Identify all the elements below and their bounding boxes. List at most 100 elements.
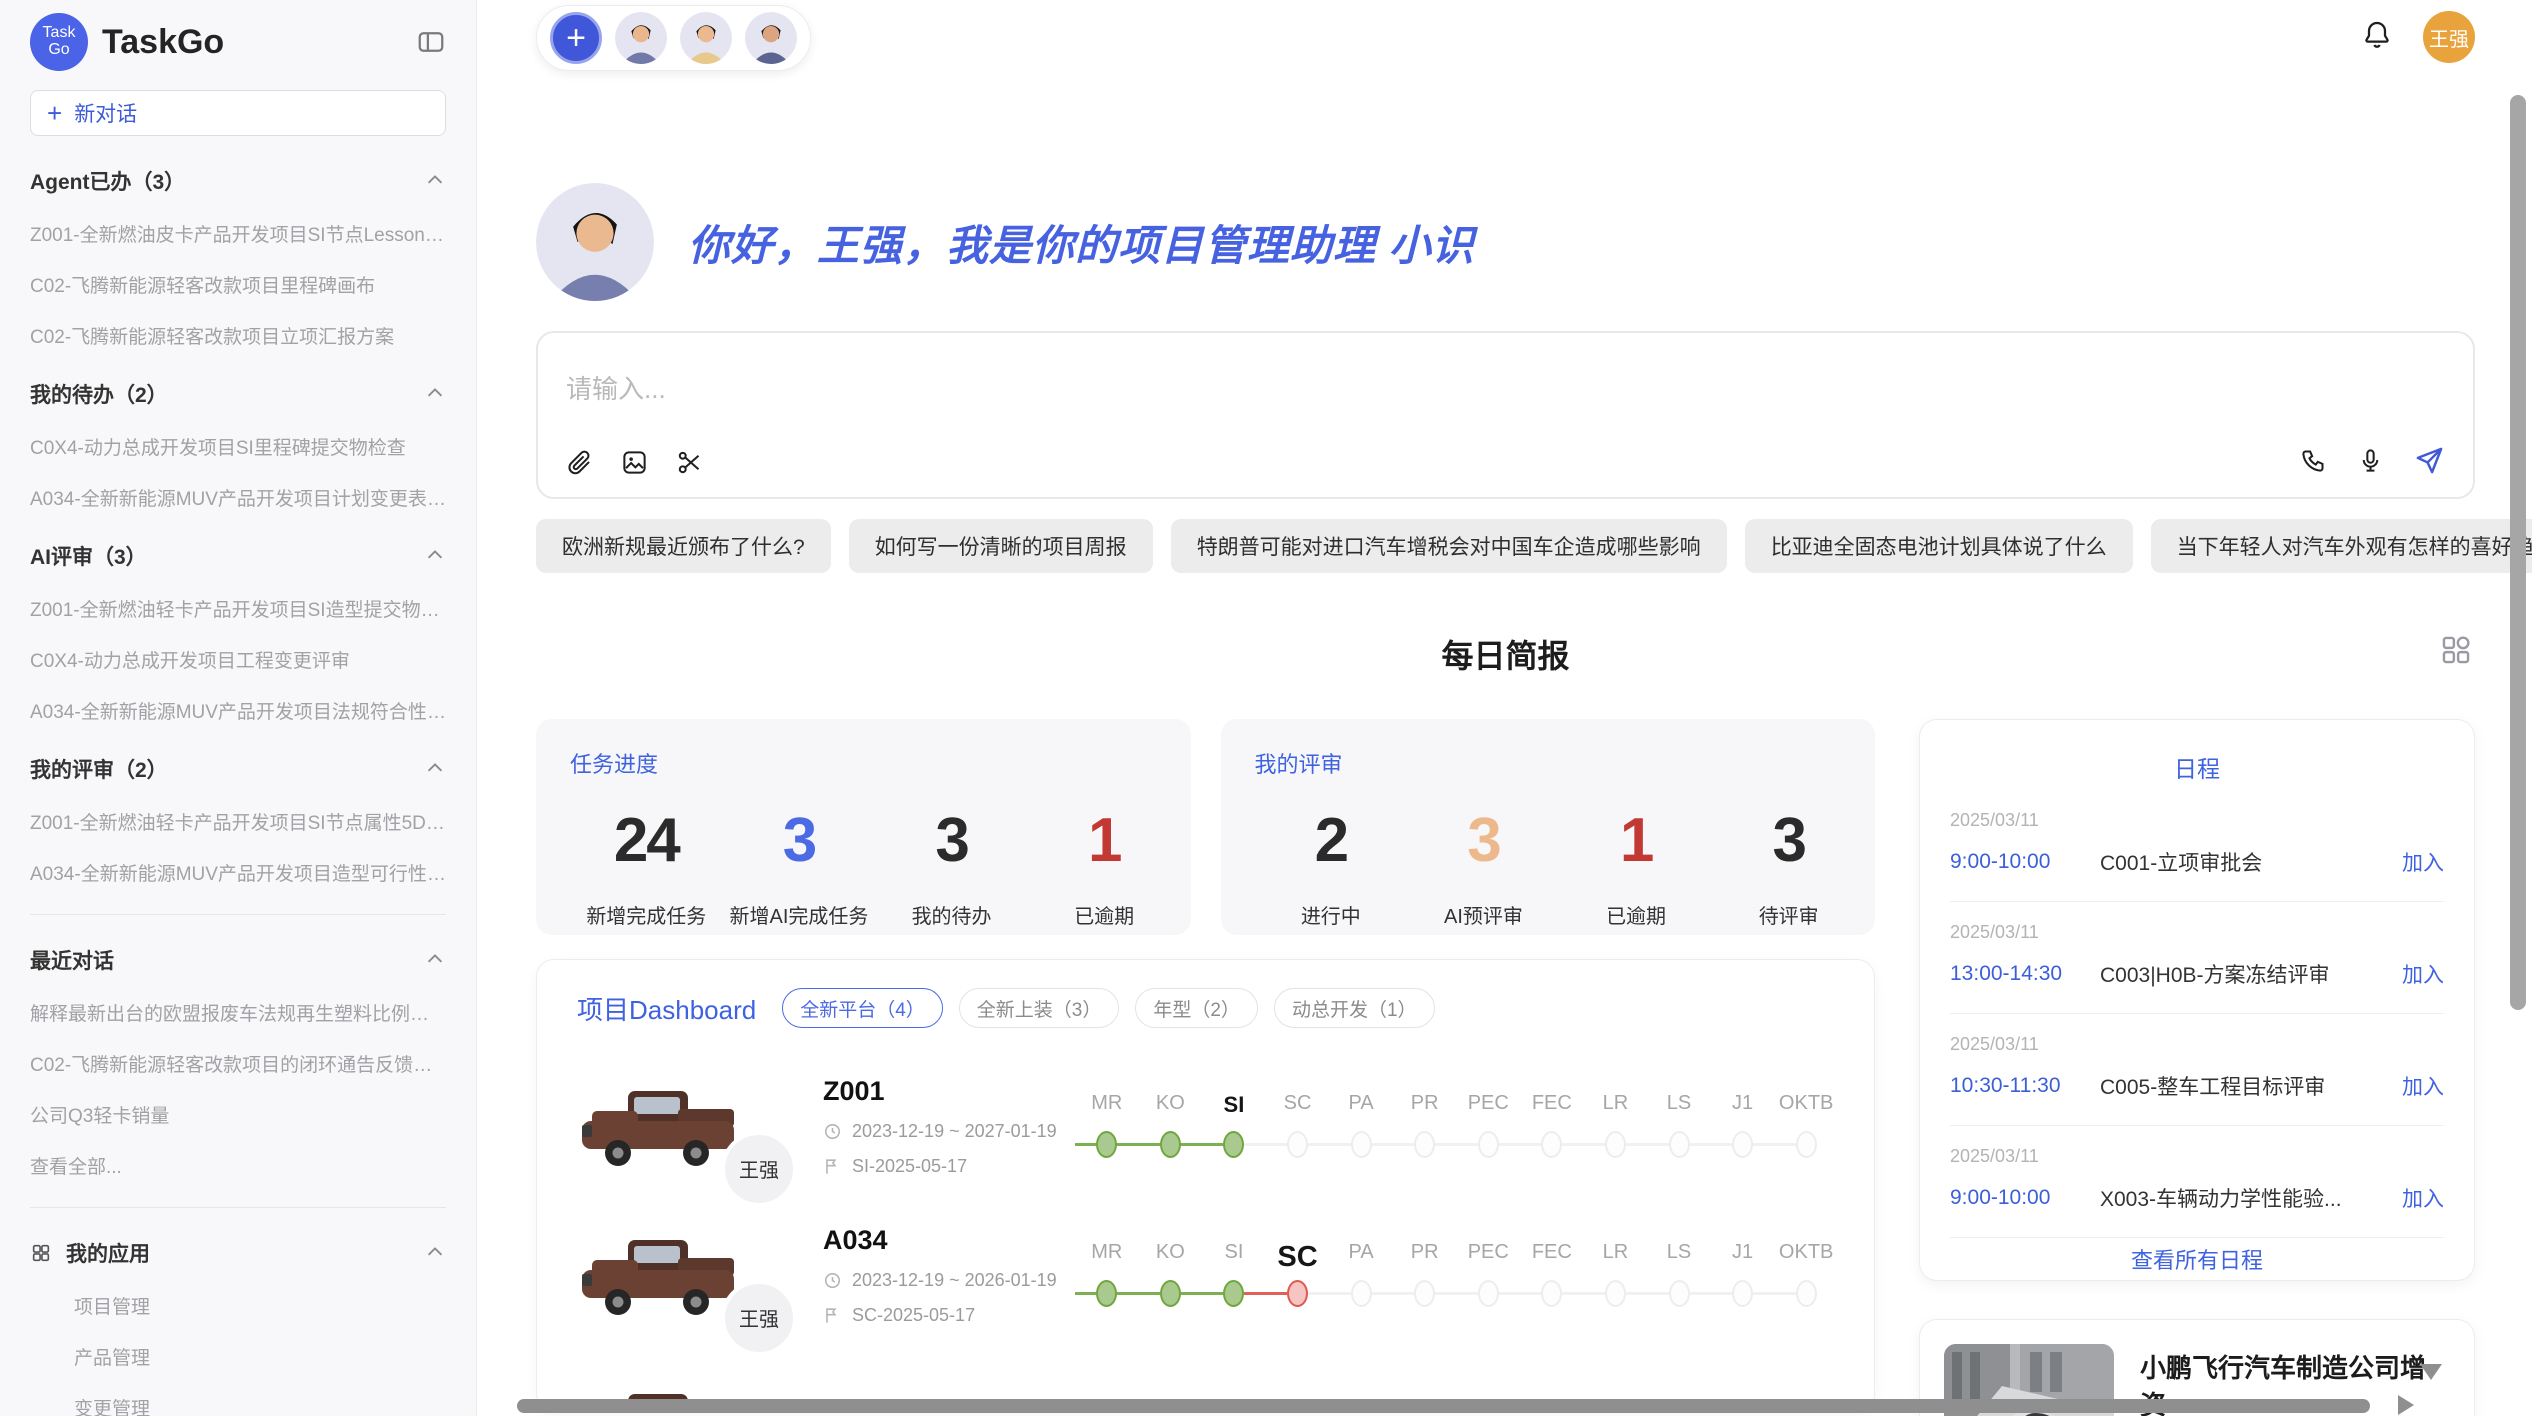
- dashboard-tab[interactable]: 全新平台（4）: [782, 988, 943, 1028]
- suggestion-chip[interactable]: 欧洲新规最近颁布了什么?: [536, 519, 831, 573]
- join-meeting-link[interactable]: 加入: [2402, 959, 2444, 989]
- suggestion-chip[interactable]: 如何写一份清晰的项目周报: [849, 519, 1153, 573]
- dashboard-tab[interactable]: 全新上装（3）: [959, 988, 1120, 1028]
- section-header[interactable]: 我的评审（2）: [30, 754, 446, 784]
- join-meeting-link[interactable]: 加入: [2402, 1071, 2444, 1101]
- agent-avatar[interactable]: [745, 12, 797, 64]
- stat-item: 3 AI预评审: [1407, 805, 1560, 929]
- sidebar-item[interactable]: Z001-全新燃油轻卡产品开发项目SI造型提交物评审: [30, 595, 446, 622]
- dashboard-tab[interactable]: 年型（2）: [1135, 988, 1258, 1028]
- milestone-label: SI: [1224, 1092, 1245, 1128]
- dashboard-tab[interactable]: 动总开发（1）: [1274, 988, 1435, 1028]
- stat-label: 新增完成任务: [570, 900, 723, 929]
- sidebar-item[interactable]: C0X4-动力总成开发项目工程变更评审: [30, 646, 446, 673]
- view-all-chats-link[interactable]: 查看全部...: [30, 1152, 446, 1179]
- sidebar-item[interactable]: C02-飞腾新能源轻客改款项目立项汇报方案: [30, 322, 446, 349]
- project-row[interactable]: 王强 Z001 2023-12-19 ~ 2027-01-19 SI-2025-…: [577, 1076, 1838, 1177]
- recent-chat-item[interactable]: 解释最新出台的欧盟报废车法规再生塑料比例被调至15%...: [30, 999, 446, 1026]
- notification-bell-icon[interactable]: [2361, 19, 2393, 56]
- dashboard-header: 项目Dashboard 全新平台（4）全新上装（3）年型（2）动总开发（1）: [577, 988, 1838, 1028]
- stat-label: 进行中: [1255, 900, 1408, 929]
- section-header[interactable]: 我的待办（2）: [30, 379, 446, 409]
- sidebar-item[interactable]: Z001-全新燃油轻卡产品开发项目SI节点属性5D文件评审: [30, 808, 446, 835]
- section-title: 我的应用: [66, 1238, 150, 1268]
- image-upload-icon[interactable]: [621, 449, 648, 481]
- milestone: LS: [1647, 1092, 1711, 1162]
- left-column: 任务进度 24 新增完成任务 3 新增AI完成任务 3 我的待办 1 已逾期 我…: [536, 719, 1875, 1412]
- assistant-avatar: [536, 183, 654, 301]
- app-item[interactable]: 变更管理: [74, 1394, 446, 1416]
- schedule-date: 2025/03/11: [1950, 922, 2444, 943]
- chevron-up-icon: [424, 758, 446, 780]
- milestone-dot: [1160, 1280, 1181, 1307]
- logo-text-top: Task: [43, 25, 76, 42]
- voice-call-icon[interactable]: [2300, 447, 2327, 479]
- section-header[interactable]: AI评审（3）: [30, 541, 446, 571]
- agent-avatar[interactable]: [680, 12, 732, 64]
- vertical-scrollbar[interactable]: [2510, 95, 2526, 1010]
- schedule-date: 2025/03/11: [1950, 1034, 2444, 1055]
- user-avatar[interactable]: 王强: [2423, 11, 2475, 63]
- briefing-title: 每日简报: [536, 631, 2475, 677]
- milestone-timeline: MR KO SI SC PA PR PEC FEC LR LS: [1075, 1092, 1838, 1162]
- send-icon[interactable]: [2414, 445, 2445, 481]
- milestone: KO: [1139, 1092, 1203, 1162]
- suggestion-chip[interactable]: 比亚迪全固态电池计划具体说了什么: [1745, 519, 2133, 573]
- recent-chat-item[interactable]: 公司Q3轻卡销量: [30, 1101, 446, 1128]
- section-header[interactable]: 最近对话: [30, 945, 446, 975]
- stat-label: AI预评审: [1407, 900, 1560, 929]
- agent-avatar[interactable]: [615, 12, 667, 64]
- app-item[interactable]: 项目管理: [74, 1292, 446, 1319]
- milestone: PEC: [1456, 1241, 1520, 1311]
- briefing-cards: 任务进度 24 新增完成任务 3 新增AI完成任务 3 我的待办 1 已逾期 我…: [536, 719, 1875, 935]
- sidebar-collapse-icon[interactable]: [416, 27, 446, 57]
- scroll-down-arrow[interactable]: [2420, 1364, 2442, 1380]
- layout-grid-icon[interactable]: [2439, 633, 2473, 672]
- milestone-dot: [1414, 1280, 1435, 1307]
- suggestion-chip[interactable]: 特朗普可能对进口汽车增税会对中国车企造成哪些影响: [1171, 519, 1727, 573]
- screenshot-scissors-icon[interactable]: [676, 449, 703, 481]
- add-agent-button[interactable]: +: [550, 12, 602, 64]
- app-item[interactable]: 产品管理: [74, 1343, 446, 1370]
- milestone-dot: [1796, 1131, 1817, 1158]
- sidebar-item[interactable]: A034-全新新能源MUV产品开发项目造型可行性评审: [30, 859, 446, 886]
- view-all-schedule-link[interactable]: 查看所有日程: [1950, 1238, 2444, 1280]
- stat-item: 24 新增完成任务: [570, 805, 723, 929]
- schedule-item: 2025/03/11 9:00-10:00 X003-车辆动力学性能验... 加…: [1950, 1126, 2444, 1238]
- milestone-dot: [1669, 1131, 1690, 1158]
- microphone-icon[interactable]: [2357, 447, 2384, 479]
- briefing-stat-card: 我的评审 2 进行中 3 AI预评审 1 已逾期 3 待评审: [1221, 719, 1876, 935]
- section-header[interactable]: Agent已办（3）: [30, 166, 446, 196]
- project-code: Z001: [823, 1076, 1071, 1107]
- milestone: MR: [1075, 1241, 1139, 1311]
- join-meeting-link[interactable]: 加入: [2402, 1183, 2444, 1213]
- horizontal-scrollbar[interactable]: [517, 1399, 2370, 1413]
- sidebar-item[interactable]: C0X4-动力总成开发项目SI里程碑提交物检查: [30, 433, 446, 460]
- stat-value: 3: [1712, 805, 1865, 876]
- sidebar-item[interactable]: A034-全新新能源MUV产品开发项目计划变更表编写: [30, 484, 446, 511]
- milestone-label: PR: [1411, 1092, 1439, 1128]
- sidebar-item[interactable]: Z001-全新燃油皮卡产品开发项目SI节点Lesson Learn报告: [30, 220, 446, 247]
- attach-file-icon[interactable]: [566, 449, 593, 481]
- logo-text-bottom: Go: [48, 42, 69, 59]
- new-chat-button[interactable]: + 新对话: [30, 90, 446, 136]
- sidebar-divider: [30, 914, 446, 915]
- section-header[interactable]: 我的应用: [30, 1238, 446, 1268]
- chat-input[interactable]: [564, 373, 2447, 406]
- milestone-dot: [1414, 1131, 1435, 1158]
- project-dates: 2023-12-19 ~ 2026-01-19: [823, 1270, 1071, 1291]
- sidebar-item[interactable]: A034-全新新能源MUV产品开发项目法规符合性评审: [30, 697, 446, 724]
- suggestion-chip[interactable]: 当下年轻人对汽车外观有怎样的喜好趋势: [2151, 519, 2532, 573]
- sidebar-item[interactable]: C02-飞腾新能源轻客改款项目里程碑画布: [30, 271, 446, 298]
- milestone-dot: [1351, 1131, 1372, 1158]
- milestone: SC: [1266, 1092, 1330, 1162]
- milestone-label: OKTB: [1779, 1092, 1833, 1128]
- recent-chat-item[interactable]: C02-飞腾新能源轻客改款项目的闭环通告反馈情况: [30, 1050, 446, 1077]
- scroll-right-arrow[interactable]: [2398, 1395, 2414, 1415]
- project-row[interactable]: 王强 A034 2023-12-19 ~ 2026-01-19 SC-2025-…: [577, 1225, 1838, 1326]
- schedule-name: C003|H0B-方案冻结评审: [2100, 959, 2402, 989]
- milestone-dot: [1796, 1280, 1817, 1307]
- milestone: FEC: [1520, 1241, 1584, 1311]
- milestone-label: LS: [1667, 1241, 1691, 1277]
- join-meeting-link[interactable]: 加入: [2402, 847, 2444, 877]
